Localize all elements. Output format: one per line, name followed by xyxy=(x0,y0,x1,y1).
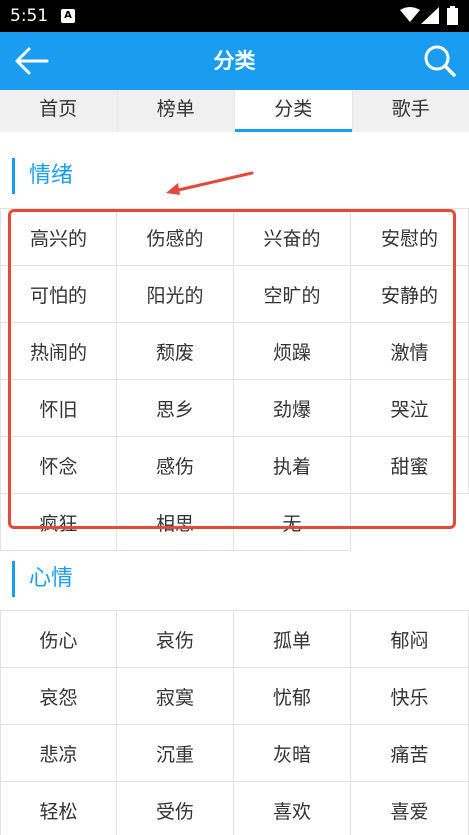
section-header-mood: 心情 xyxy=(12,561,212,597)
section-accent-bar xyxy=(12,158,15,194)
tag-item[interactable]: 伤感的 xyxy=(117,209,234,266)
tag-item[interactable]: 怀念 xyxy=(0,437,117,494)
tag-item[interactable]: 思乡 xyxy=(117,380,234,437)
wifi-icon xyxy=(400,7,420,22)
tag-item[interactable]: 忧郁 xyxy=(234,668,351,725)
tag-item[interactable]: 相思 xyxy=(117,494,234,551)
tag-item[interactable]: 劲爆 xyxy=(234,380,351,437)
tag-item[interactable]: 沉重 xyxy=(117,725,234,782)
tag-item[interactable]: 无 xyxy=(234,494,351,551)
status-time: 5:51 xyxy=(10,6,49,26)
section-header-emotion: 情绪 xyxy=(12,158,212,194)
tag-item[interactable]: 哭泣 xyxy=(351,380,469,437)
tag-item[interactable]: 疯狂 xyxy=(0,494,117,551)
status-bar: 5:51 A xyxy=(0,0,469,32)
tag-item[interactable]: 哀伤 xyxy=(117,611,234,668)
tag-item[interactable]: 受伤 xyxy=(117,782,234,835)
tag-item[interactable]: 怀旧 xyxy=(0,380,117,437)
tag-item[interactable]: 伤心 xyxy=(0,611,117,668)
tag-item[interactable]: 高兴的 xyxy=(0,209,117,266)
tag-item[interactable]: 激情 xyxy=(351,323,469,380)
tag-item[interactable]: 执着 xyxy=(234,437,351,494)
tab-categories[interactable]: 分类 xyxy=(234,90,352,132)
tag-item[interactable]: 寂寞 xyxy=(117,668,234,725)
battery-icon xyxy=(447,6,458,25)
arrow-left-icon[interactable] xyxy=(14,45,50,77)
tag-item[interactable]: 甜蜜 xyxy=(351,437,469,494)
tag-item[interactable]: 快乐 xyxy=(351,668,469,725)
tag-item[interactable]: 颓废 xyxy=(117,323,234,380)
tag-item[interactable]: 灰暗 xyxy=(234,725,351,782)
section-accent-bar xyxy=(12,561,15,597)
tag-item[interactable]: 安静的 xyxy=(351,266,469,323)
tag-item[interactable]: 烦躁 xyxy=(234,323,351,380)
tag-item[interactable]: 痛苦 xyxy=(351,725,469,782)
section-title: 情绪 xyxy=(29,163,74,188)
tab-bar: 首页 榜单 分类 歌手 xyxy=(0,90,469,132)
tag-item[interactable]: 哀怨 xyxy=(0,668,117,725)
empty-cell xyxy=(351,494,469,551)
signal-icon xyxy=(421,7,439,24)
notification-icon: A xyxy=(61,9,75,23)
tag-item[interactable]: 悲凉 xyxy=(0,725,117,782)
tag-item[interactable]: 热闹的 xyxy=(0,323,117,380)
tag-item[interactable]: 郁闷 xyxy=(351,611,469,668)
tag-item[interactable]: 感伤 xyxy=(117,437,234,494)
tag-item[interactable]: 兴奋的 xyxy=(234,209,351,266)
app-bar: 分类 xyxy=(0,32,469,90)
tag-item[interactable]: 喜欢 xyxy=(234,782,351,835)
emotion-tag-grid: 高兴的 伤感的 兴奋的 安慰的可怕的 阳光的 空旷的 安静的热闹的 颓废 烦躁 激情怀旧 思乡 劲爆哭… xyxy=(0,208,469,551)
mood-tag-grid: 伤心 哀伤 孤单 郁闷哀怨 寂寞 忧郁 快乐悲凉 沉重 灰暗 痛苦轻松 受伤 喜欢 喜爱 xyxy=(0,610,469,835)
search-icon[interactable] xyxy=(423,44,457,78)
section-title: 心情 xyxy=(29,566,74,591)
tag-item[interactable]: 阳光的 xyxy=(117,266,234,323)
tag-item[interactable]: 孤单 xyxy=(234,611,351,668)
tag-item[interactable]: 喜爱 xyxy=(351,782,469,835)
page-title: 分类 xyxy=(213,49,256,73)
tag-item[interactable]: 空旷的 xyxy=(234,266,351,323)
tab-charts[interactable]: 榜单 xyxy=(116,90,235,132)
tab-home[interactable]: 首页 xyxy=(0,90,117,132)
tag-item[interactable]: 轻松 xyxy=(0,782,117,835)
tab-singers[interactable]: 歌手 xyxy=(351,90,469,132)
tag-item[interactable]: 可怕的 xyxy=(0,266,117,323)
tag-item[interactable]: 安慰的 xyxy=(351,209,469,266)
